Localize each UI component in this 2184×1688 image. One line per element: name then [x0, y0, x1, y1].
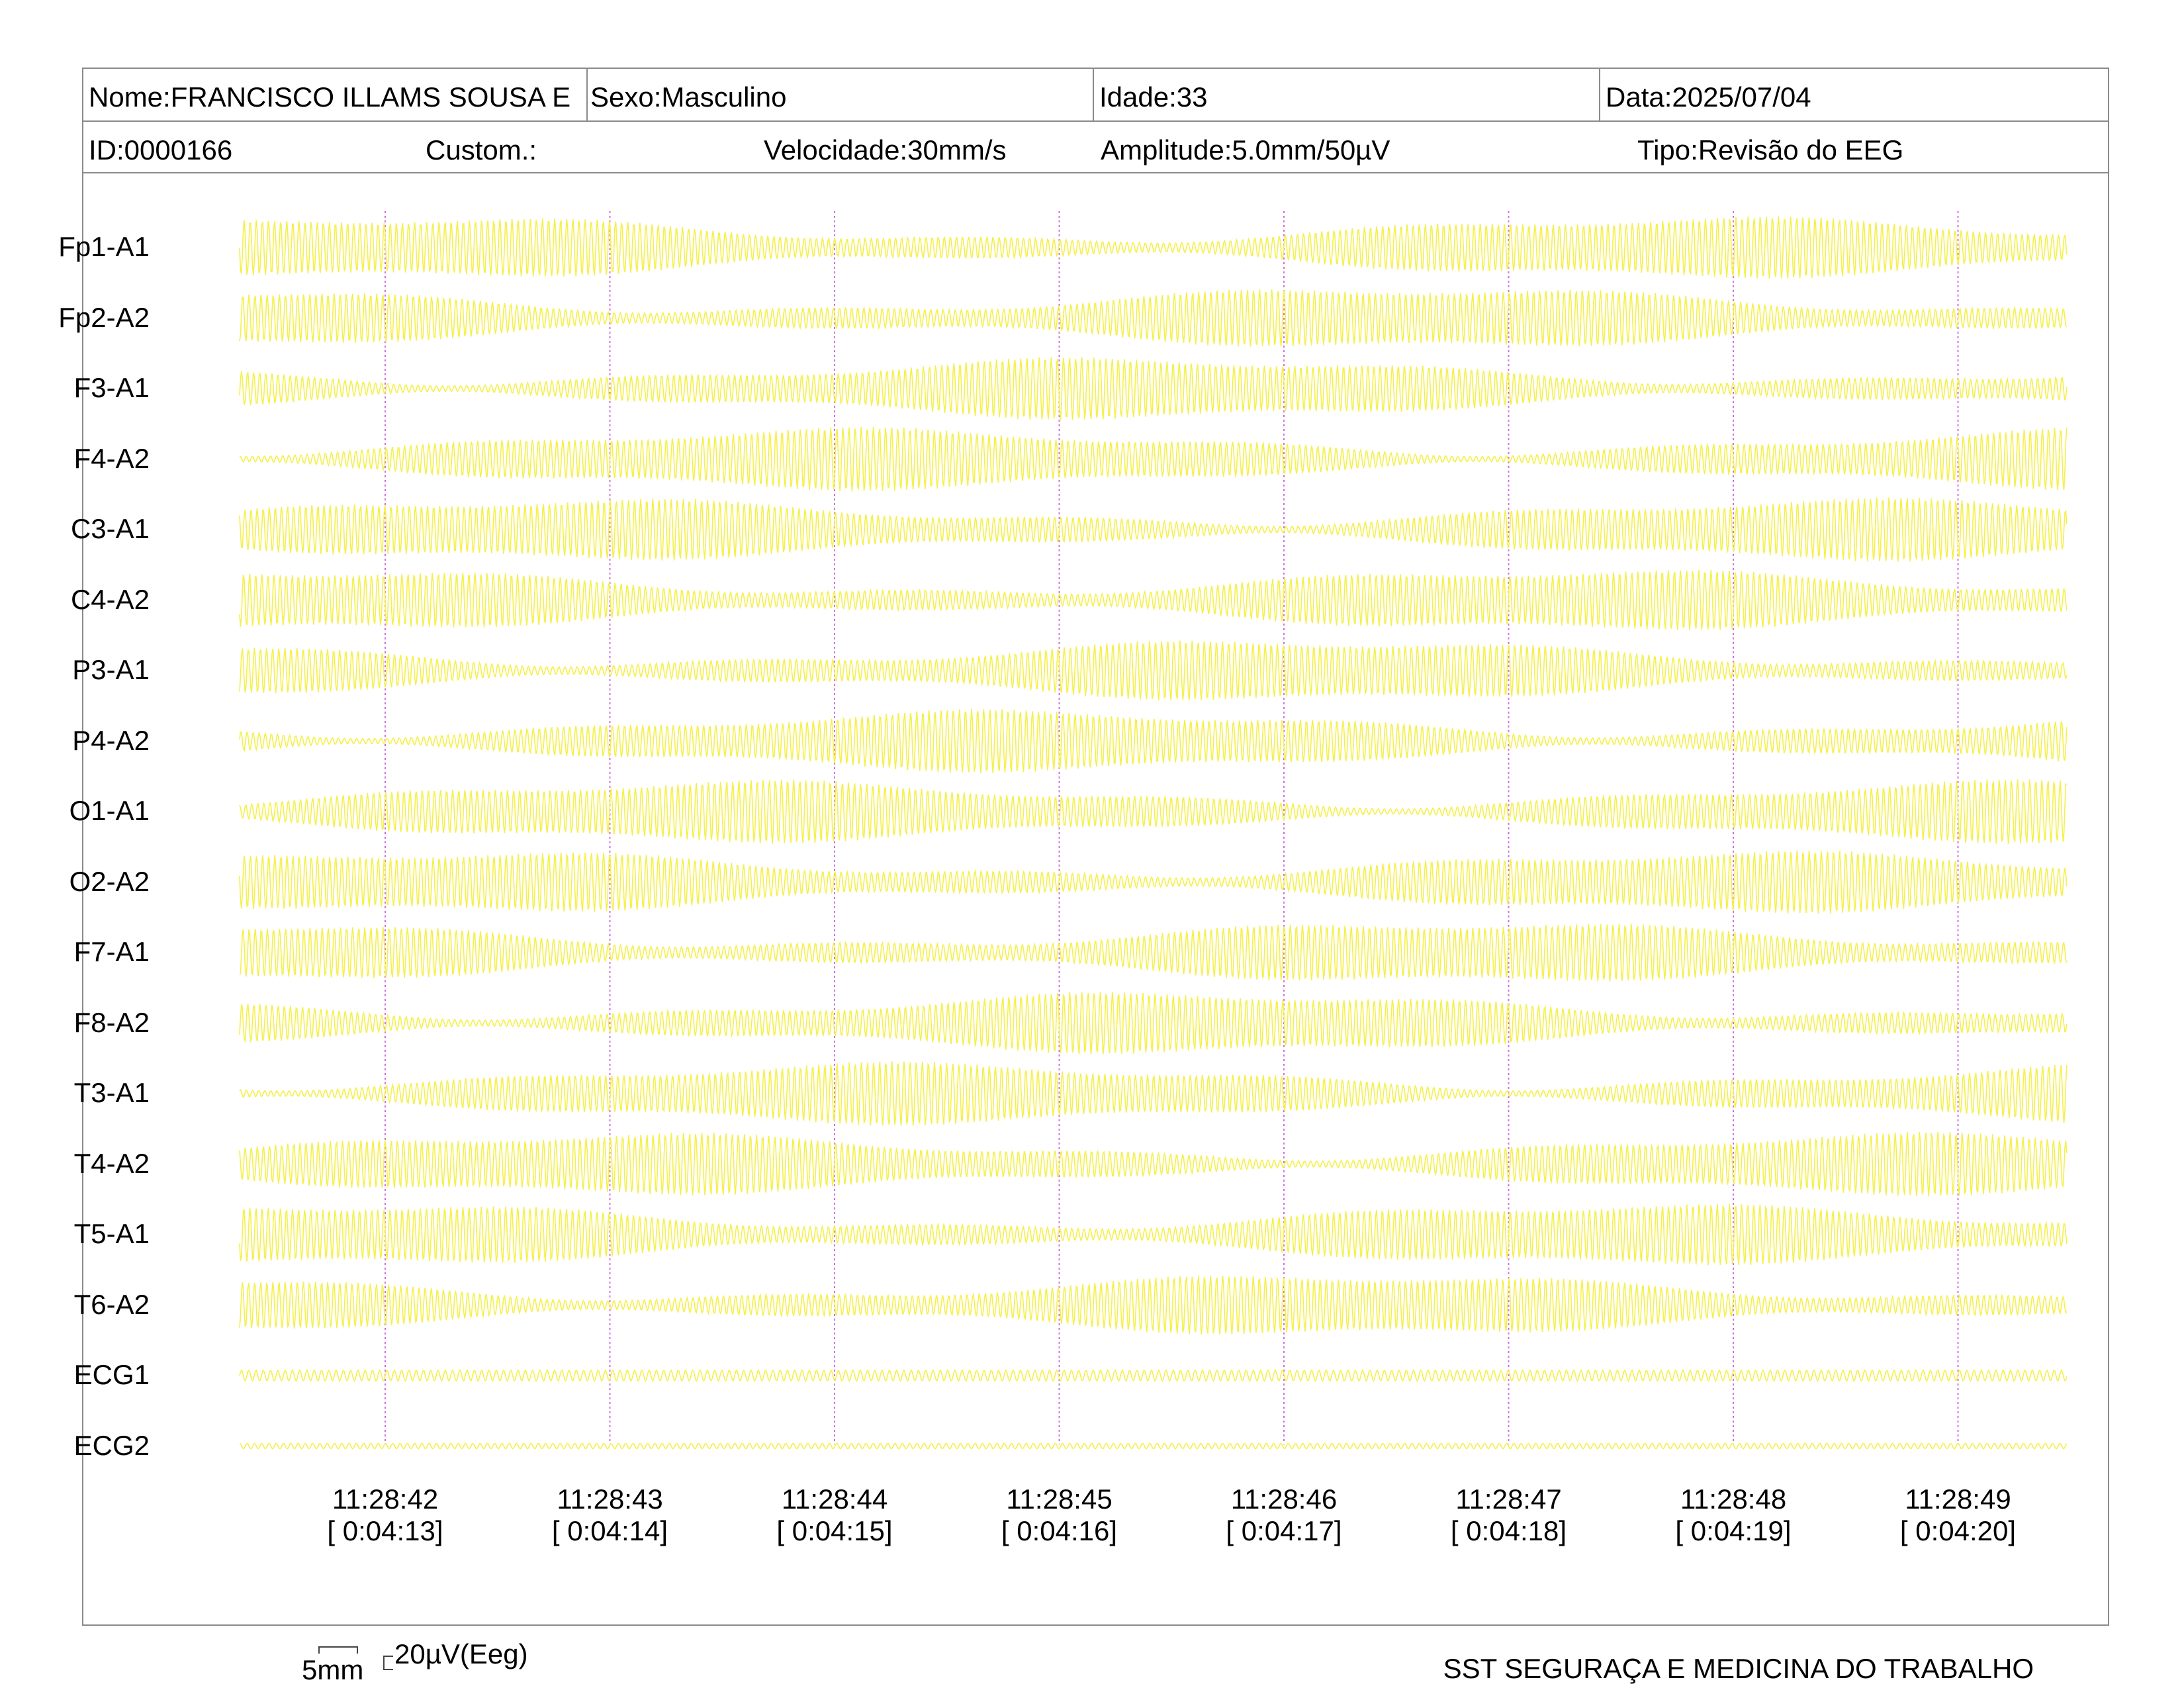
eeg-trace-t6-a2 — [239, 1275, 2068, 1335]
channel-label: O1-A1 — [69, 795, 150, 826]
eeg-trace-p4-a2 — [239, 708, 2068, 773]
time-elapsed-label: [ 0:04:18] — [1450, 1515, 1567, 1546]
eeg-trace-t4-a2 — [239, 1131, 2068, 1197]
channel-label: P3-A1 — [72, 654, 150, 685]
time-clock-label: 11:28:49 — [1905, 1483, 2011, 1515]
eeg-trace-f4-a2 — [239, 426, 2068, 492]
time-clock-label: 11:28:42 — [332, 1483, 439, 1515]
channel-label: T3-A1 — [73, 1077, 150, 1108]
time-elapsed-label: [ 0:04:14] — [551, 1515, 668, 1546]
time-elapsed-label: [ 0:04:16] — [1001, 1515, 1118, 1546]
time-clock-label: 11:28:47 — [1455, 1483, 1562, 1515]
time-elapsed-label: [ 0:04:17] — [1226, 1515, 1342, 1546]
channel-label: T4-A2 — [73, 1147, 150, 1179]
channel-label: Fp1-A1 — [58, 231, 150, 262]
eeg-trace-f7-a1 — [239, 923, 2068, 982]
time-clock-label: 11:28:43 — [557, 1483, 663, 1515]
report-frame: Nome:FRANCISCO ILLAMS SOUSA E Sexo:Mascu… — [58, 68, 2109, 1684]
channel-label: T6-A2 — [73, 1288, 150, 1320]
eeg-trace-fp2-a2 — [239, 289, 2068, 347]
eeg-trace-f8-a2 — [239, 992, 2068, 1055]
time-elapsed-label: [ 0:04:19] — [1675, 1515, 1792, 1546]
channel-label: C3-A1 — [70, 513, 150, 544]
channel-label: ECG1 — [73, 1359, 150, 1390]
eeg-trace-p3-a1 — [239, 640, 2068, 701]
eeg-trace-f3-a1 — [239, 357, 2068, 420]
eeg-trace-t3-a1 — [239, 1061, 2068, 1126]
eeg-trace-fp1-a1 — [239, 216, 2068, 279]
time-clock-label: 11:28:46 — [1230, 1483, 1338, 1515]
scale-time-label: 5mm — [302, 1654, 364, 1685]
channel-label: F4-A2 — [73, 442, 150, 474]
channel-label: T5-A1 — [73, 1218, 150, 1249]
eeg-trace-ecg1 — [239, 1369, 2068, 1382]
channel-label: O2-A2 — [69, 865, 150, 897]
channel-label: C4-A2 — [70, 583, 150, 615]
time-clock-label: 11:28:45 — [1006, 1483, 1113, 1515]
eeg-trace-o1-a1 — [239, 779, 2068, 844]
channel-label: P4-A2 — [72, 724, 150, 756]
channel-label: ECG2 — [73, 1429, 150, 1461]
channel-label: F8-A2 — [73, 1006, 150, 1038]
eeg-trace-t5-a1 — [239, 1203, 2068, 1266]
eeg-trace-c4-a2 — [239, 569, 2068, 631]
channel-label: Fp2-A2 — [58, 301, 150, 333]
eeg-trace-o2-a2 — [239, 850, 2068, 914]
time-clock-label: 11:28:48 — [1680, 1483, 1787, 1515]
channel-label: F3-A1 — [73, 372, 150, 403]
eeg-trace-c3-a1 — [239, 497, 2068, 562]
eeg-traces — [239, 211, 2068, 1450]
clinic-name: SST SEGURAÇA E MEDICINA DO TRABALHO — [1443, 1653, 2034, 1684]
channel-label: F7-A1 — [73, 936, 150, 967]
time-elapsed-label: [ 0:04:15] — [776, 1515, 893, 1546]
time-elapsed-label: [ 0:04:20] — [1899, 1515, 2017, 1546]
time-clock-label: 11:28:44 — [781, 1483, 888, 1515]
scale-amp-label: 20µV(Eeg) — [394, 1638, 528, 1669]
eeg-trace-ecg2 — [239, 1442, 2068, 1450]
time-elapsed-label: [ 0:04:13] — [327, 1515, 443, 1546]
calibration-scale: 5mm 20µV(Eeg) — [302, 1628, 580, 1685]
